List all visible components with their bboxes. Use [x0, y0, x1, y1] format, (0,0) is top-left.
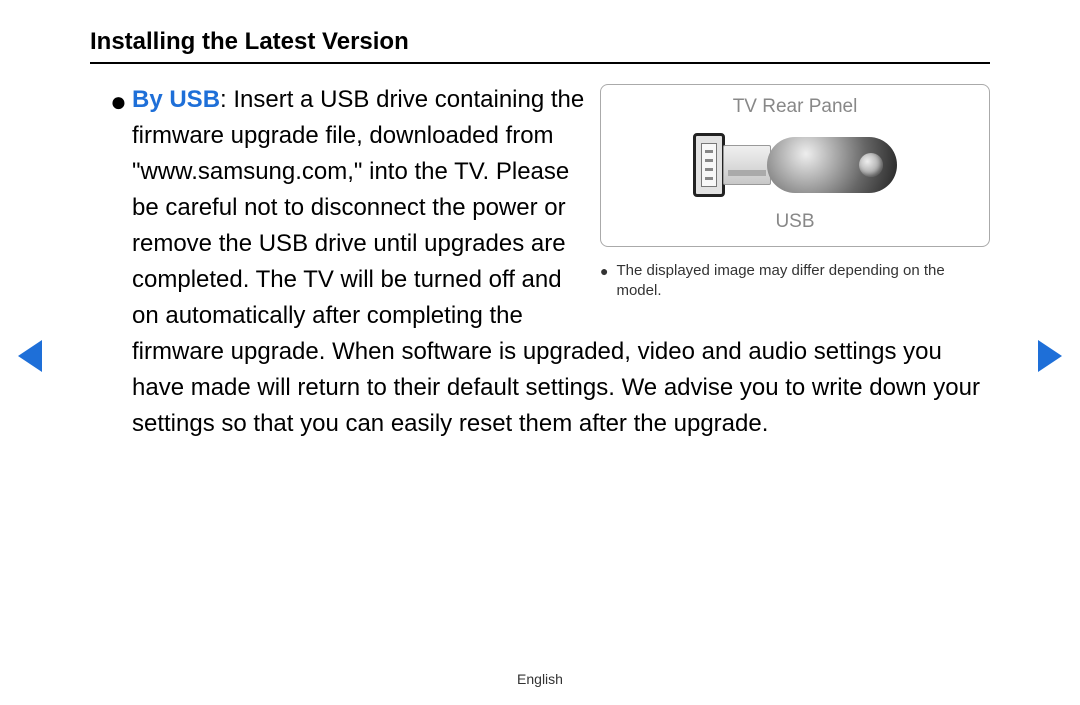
note-bullet: ● [600, 261, 608, 281]
body-paragraph: TV Rear Panel USB ● The displayed image … [90, 82, 990, 442]
bullet-dot: ● [110, 84, 127, 120]
diagram-wrapper: TV Rear Panel USB ● The displayed image … [600, 84, 990, 302]
page-title: Installing the Latest Version [90, 28, 990, 64]
footer-language: English [517, 671, 563, 687]
usb-port-icon [693, 133, 725, 197]
next-page-arrow[interactable] [1038, 340, 1062, 372]
diagram-box: TV Rear Panel USB [600, 84, 990, 247]
note-text: The displayed image may differ depending… [616, 261, 990, 302]
usb-drive-icon [767, 137, 897, 193]
usb-connector-icon [723, 145, 771, 185]
prev-page-arrow[interactable] [18, 340, 42, 372]
usb-diagram [611, 130, 979, 200]
diagram-title: TV Rear Panel [611, 93, 979, 122]
method-label: By USB [132, 86, 220, 113]
diagram-note: ● The displayed image may differ dependi… [600, 261, 990, 302]
diagram-caption: USB [611, 208, 979, 237]
